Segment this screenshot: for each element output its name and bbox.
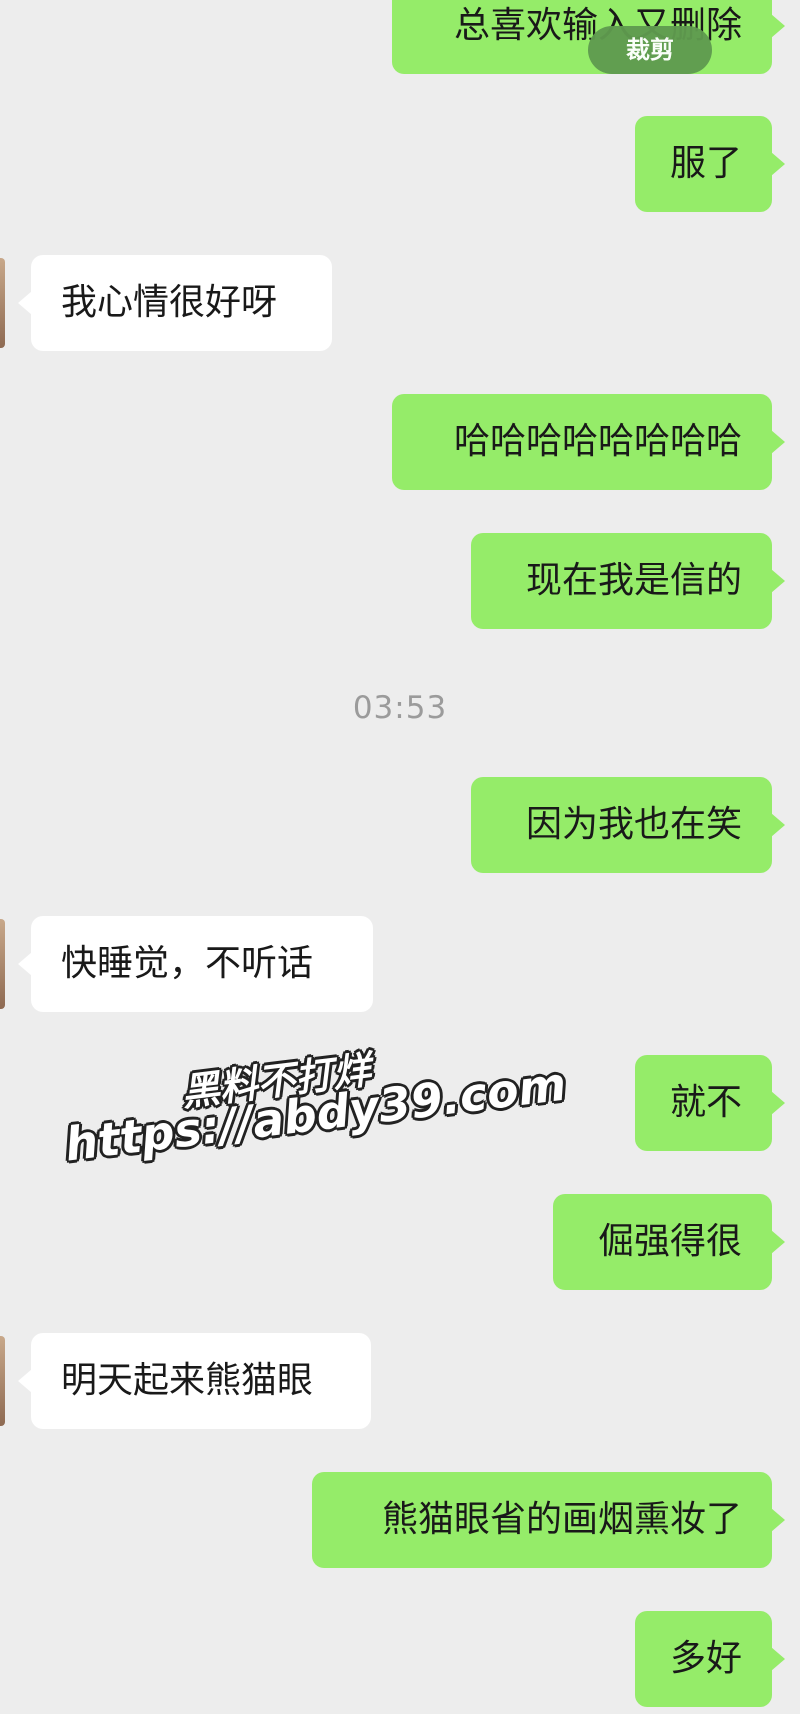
message-bubble-sent[interactable]: 多好 bbox=[635, 1611, 785, 1707]
message-text: 明天起来熊猫眼 bbox=[61, 1360, 314, 1401]
avatar-edge[interactable] bbox=[0, 1336, 5, 1426]
message-text: 哈哈哈哈哈哈哈哈 bbox=[453, 421, 742, 462]
message-bubble-sent[interactable]: 就不 bbox=[635, 1055, 785, 1151]
watermark-line-1: 黑料不打烊 bbox=[179, 1047, 374, 1115]
message-text: 服了 bbox=[669, 143, 742, 184]
message-text: 我心情很好呀 bbox=[61, 282, 278, 323]
avatar-edge[interactable] bbox=[0, 258, 5, 348]
message-text: 现在我是信的 bbox=[525, 560, 742, 601]
watermark-url: https://abdy39.com bbox=[62, 1056, 570, 1172]
message-bubble-sent[interactable]: 服了 bbox=[635, 116, 785, 212]
message-bubble-sent[interactable]: 因为我也在笑 bbox=[471, 777, 785, 873]
chat-timestamp: 03:53 bbox=[352, 690, 448, 726]
message-bubble-sent[interactable]: 倔强得很 bbox=[553, 1194, 785, 1290]
message-text: 熊猫眼省的画烟熏妆了 bbox=[381, 1499, 742, 1540]
message-text: 多好 bbox=[669, 1638, 742, 1679]
message-text: 因为我也在笑 bbox=[525, 804, 742, 845]
message-bubble-received[interactable]: 快睡觉，不听话 bbox=[18, 916, 373, 1012]
message-bubble-sent[interactable]: 总喜欢输入又删除 bbox=[392, 0, 785, 74]
message-text: 就不 bbox=[669, 1082, 742, 1123]
avatar-edge[interactable] bbox=[0, 919, 5, 1009]
crop-button[interactable]: 裁剪 bbox=[588, 26, 712, 74]
message-bubble-received[interactable]: 我心情很好呀 bbox=[18, 255, 332, 351]
message-text: 倔强得很 bbox=[597, 1221, 742, 1262]
message-bubble-sent[interactable]: 现在我是信的 bbox=[471, 533, 785, 629]
message-bubble-sent[interactable]: 哈哈哈哈哈哈哈哈 bbox=[392, 394, 785, 490]
message-bubble-sent[interactable]: 熊猫眼省的画烟熏妆了 bbox=[312, 1472, 785, 1568]
message-text: 快睡觉，不听话 bbox=[61, 943, 314, 984]
message-bubble-received[interactable]: 明天起来熊猫眼 bbox=[18, 1333, 371, 1429]
